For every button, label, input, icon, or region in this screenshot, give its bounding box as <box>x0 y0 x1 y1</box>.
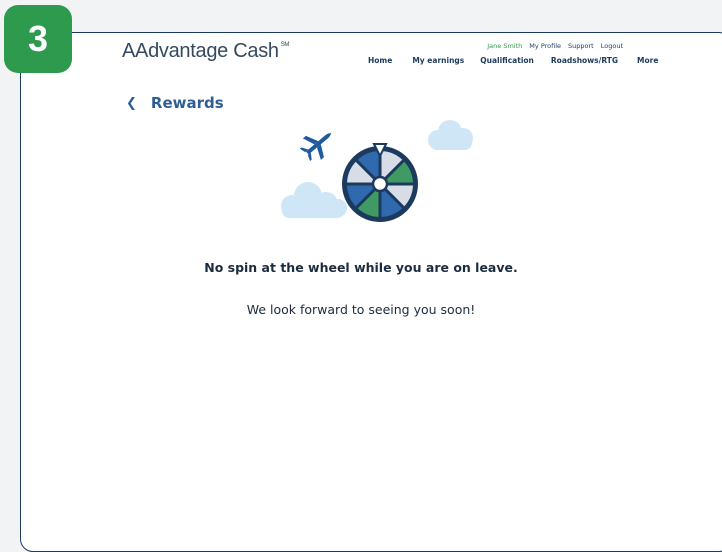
brand-service-mark: SM <box>280 42 290 48</box>
prize-wheel-icon <box>342 143 418 222</box>
nav-more[interactable]: More <box>637 56 658 65</box>
brand-logo[interactable]: AAdvantage Cash SM <box>122 40 289 63</box>
nav-roadshows-rtg[interactable]: Roadshows/RTG <box>551 56 618 65</box>
main-nav: Home My earnings Qualification Roadshows… <box>368 56 658 65</box>
cloud-icon <box>428 120 473 150</box>
airplane-icon <box>299 133 332 162</box>
nav-qualification[interactable]: Qualification <box>480 56 534 65</box>
page-title: Rewards <box>150 94 224 112</box>
leave-message: We look forward to seeing you soon! <box>246 302 476 317</box>
step-badge: 3 <box>4 5 72 73</box>
support-link[interactable]: Support <box>568 42 594 50</box>
logout-link[interactable]: Logout <box>601 42 623 50</box>
user-name-link[interactable]: Jane Smith <box>487 42 522 50</box>
leave-headline: No spin at the wheel while you are on le… <box>204 260 518 275</box>
chevron-left-icon: ❮ <box>126 95 137 111</box>
spin-wheel-illustration <box>281 120 473 222</box>
nav-my-earnings[interactable]: My earnings <box>412 56 464 65</box>
nav-home[interactable]: Home <box>368 56 392 65</box>
back-to-rewards[interactable]: ❮ Rewards <box>126 94 224 112</box>
cloud-icon <box>281 182 347 218</box>
user-links: Jane Smith My Profile Support Logout <box>487 42 623 50</box>
brand-name: AAdvantage Cash <box>122 40 279 62</box>
my-profile-link[interactable]: My Profile <box>529 42 561 50</box>
